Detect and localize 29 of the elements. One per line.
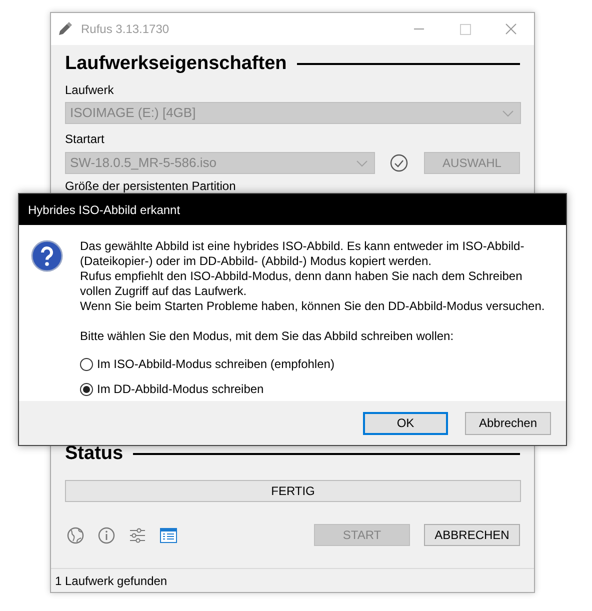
status-text: 1 Laufwerk gefunden: [55, 572, 168, 590]
field-label: Startart: [65, 131, 106, 148]
message-line: vollen Zugriff auf das Laufwerk.: [80, 284, 248, 299]
radio-button[interactable]: [80, 383, 93, 396]
field-label: Größe der persistenten Partition: [65, 178, 237, 195]
chevron-icon: [356, 160, 368, 166]
section-heading: Laufwerkseigenschaften: [65, 52, 287, 76]
dialog-button[interactable]: OK: [363, 412, 448, 434]
question-icon: [31, 240, 63, 272]
message-line: Das gewählte Abbild ist eine hybrides ISO-Abbild. Es kann entweder im ISO-Abbild-: [80, 239, 526, 254]
message-line: Rufus empfiehlt den ISO-Abbild-Modus, denn dann haben Sie nach dem Schreiben: [80, 269, 524, 284]
sliders-icon[interactable]: [129, 526, 146, 544]
section-heading: Status: [65, 442, 124, 466]
window-title: Rufus 3.13.1730: [81, 21, 170, 38]
message-line: (Dateikopier-) oder im DD-Abbild- (Abbild-) Modus kopiert werden.: [80, 254, 432, 269]
radio-option[interactable]: Im DD-Abbild-Modus schreiben: [80, 382, 545, 397]
radio-button[interactable]: [80, 358, 93, 371]
action-button[interactable]: ABBRECHEN: [424, 524, 520, 546]
dialog-button[interactable]: Abbrechen: [465, 412, 551, 434]
prompt-text: Bitte wählen Sie den Modus, mit dem Sie das Abbild schreiben wollen:: [80, 329, 455, 344]
radio-option[interactable]: Im ISO-Abbild-Modus schreiben (empfohlen): [80, 357, 545, 372]
message-line: Wenn Sie beim Starten Probleme haben, können Sie den DD-Abbild-Modus versuchen.: [80, 299, 545, 314]
log-icon[interactable]: [160, 528, 177, 542]
globe-icon[interactable]: [67, 526, 84, 544]
checkmark-icon[interactable]: [390, 154, 408, 172]
chevron-icon: [502, 110, 514, 116]
dialog-title: Hybrides ISO-Abbild erkannt: [28, 202, 180, 218]
info-icon[interactable]: [98, 526, 115, 544]
field-label: Laufwerk: [65, 82, 115, 99]
